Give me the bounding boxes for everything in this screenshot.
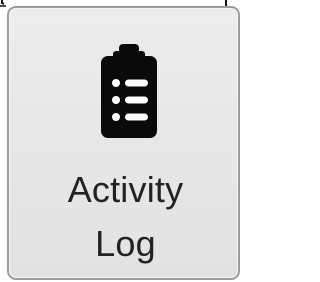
button-label-line-1: Activity <box>67 169 184 210</box>
button-label-line-2: Log <box>95 223 156 264</box>
clipboard-list-icon <box>101 44 157 138</box>
activity-log-button[interactable]: Activity Log <box>7 6 240 280</box>
